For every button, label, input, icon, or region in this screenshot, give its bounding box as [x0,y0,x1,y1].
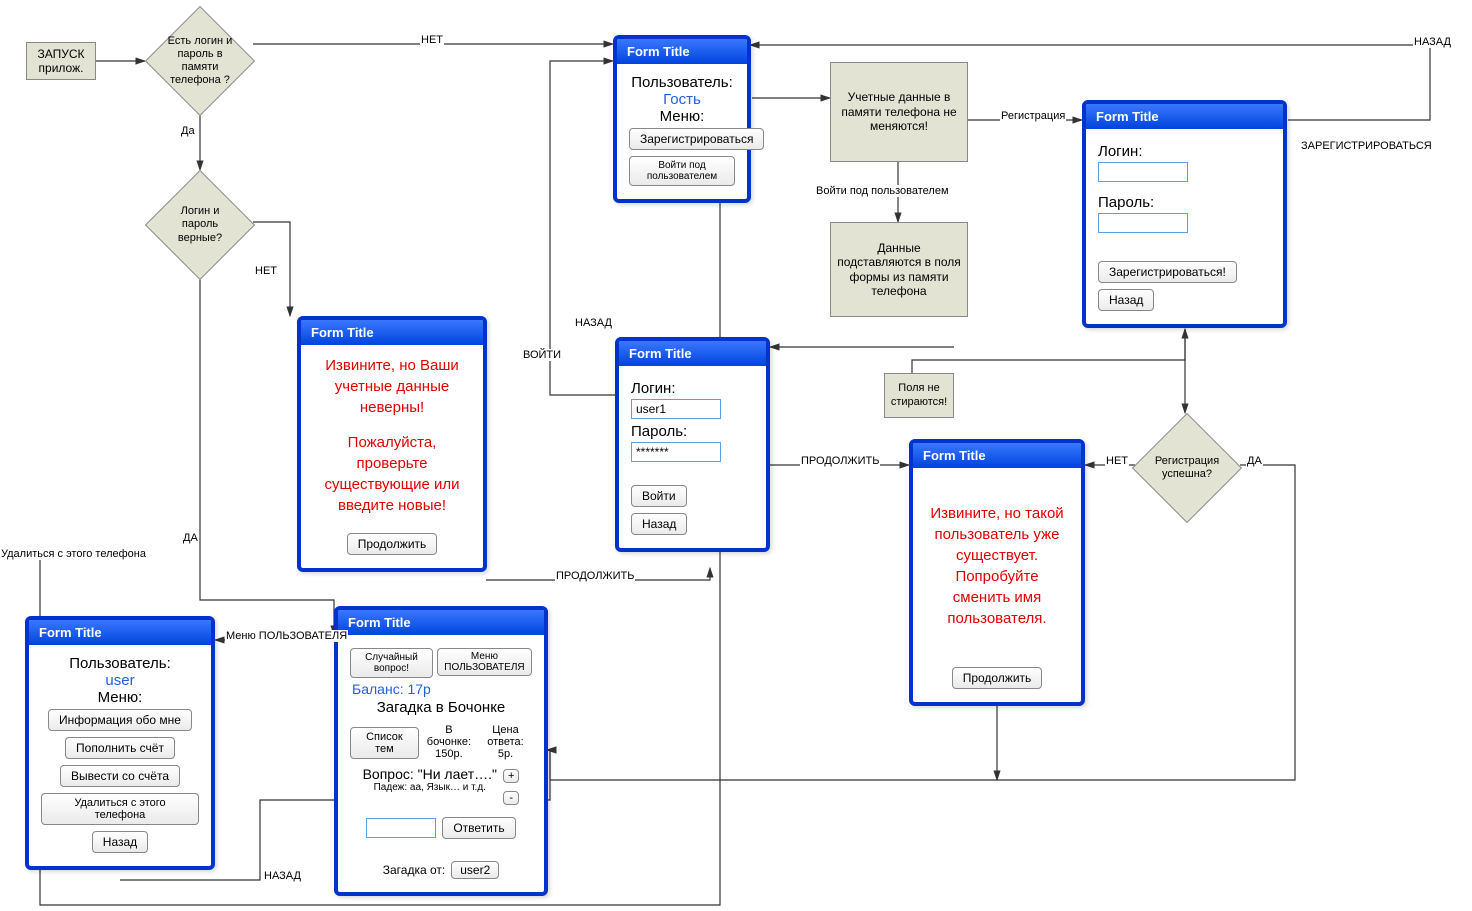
random-question-button[interactable]: Случайный вопрос! [350,648,433,678]
process-substitute: Данные подставляются в поля формы из пам… [830,222,968,317]
user-value: Гость [629,91,735,108]
decision-memory: Есть логин и пароль в памяти телефона ? [145,6,255,116]
edge-label: ДА [182,532,199,544]
form-login: Form Title Логин: Пароль: Войти Назад [615,337,770,552]
start-block: ЗАПУСК прилож. [26,42,96,80]
edge-label: Удалиться с этого телефона [0,548,147,560]
edge-label: НЕТ [420,34,444,46]
process-credentials-unchanged: Учетные данные в памяти телефона не меня… [830,62,968,162]
form-title: Form Title [301,320,483,345]
form-title: Form Title [338,610,544,635]
edge-label: НАЗАД [1413,36,1452,48]
edge-label: ПРОДОЛЖИТЬ [800,455,880,467]
edge-label: Войти под пользователем [815,185,950,197]
question-text: Вопрос: "Ни лает…." [363,766,497,782]
continue-button[interactable]: Продолжить [347,533,438,555]
edge-label: НАЗАД [263,870,302,882]
form-register: Form Title Логин: Пароль: Зарегистрирова… [1082,100,1287,328]
edge-label: ВОЙТИ [522,349,562,361]
register-submit-button[interactable]: Зарегистрироваться! [1098,261,1237,283]
edge-label: НАЗАД [574,317,613,329]
plus-button[interactable]: + [503,769,519,783]
delete-from-phone-button[interactable]: Удалиться с этого телефона [41,793,199,825]
hint-text: Падеж: аа, Язык… и т.д. [363,782,497,793]
login-as-user-button[interactable]: Войти под пользователем [629,156,735,186]
user-label: Пользователь: [629,74,735,91]
form-title: Form Title [913,443,1081,468]
menu-label: Меню: [41,689,199,706]
price-label: Цена ответа: [479,724,532,748]
login-input[interactable] [631,399,721,419]
back-button[interactable]: Назад [631,513,687,535]
edge-label: НЕТ [254,265,278,277]
riddle-from-user[interactable]: user2 [451,861,499,879]
user-value: user [41,672,199,689]
edge-label: Меню ПОЛЬЗОВАТЕЛЯ [225,630,348,642]
error-message-2: Пожалуйста, проверьте существующие или в… [313,432,471,516]
login-label: Логин: [631,380,754,397]
price-value: 5р. [479,748,532,760]
form-error-user-exists: Form Title Извините, но такой пользовате… [909,439,1085,706]
decision-valid: Логин и пароль верные? [145,170,255,280]
edge-label: ПРОДОЛЖИТЬ [555,570,635,582]
enter-button[interactable]: Войти [631,485,687,507]
edge-label: Регистрация [1000,110,1066,122]
error-message: Извините, но Ваши учетные данные неверны… [313,355,471,418]
barrel-label: В бочонке: [427,724,471,748]
menu-label: Меню: [629,108,735,125]
topup-button[interactable]: Пополнить счёт [65,737,175,759]
user-menu-button[interactable]: Меню ПОЛЬЗОВАТЕЛЯ [437,648,532,676]
form-game: Form Title Случайный вопрос! Баланс: 17р… [334,606,548,896]
riddle-from-label: Загадка от: [383,863,445,877]
form-title: Form Title [619,341,766,366]
edge-label: ДА [1246,455,1263,467]
continue-button[interactable]: Продолжить [952,667,1043,689]
form-title: Form Title [29,620,211,645]
minus-button[interactable]: - [503,791,519,805]
form-user-menu: Form Title Пользователь: user Меню: Инфо… [25,616,215,870]
edge-label: НЕТ [1105,455,1129,467]
balance-value: Баланс: 17р [350,681,433,697]
barrel-value: 150р. [427,748,471,760]
game-heading: Загадка в Бочонке [350,699,532,716]
answer-button[interactable]: Ответить [442,817,515,839]
register-button[interactable]: Зарегистрироваться [629,128,764,150]
password-input[interactable] [1098,213,1188,233]
answer-input[interactable] [366,818,436,838]
form-title: Form Title [617,39,747,64]
back-button[interactable]: Назад [1098,289,1154,311]
password-label: Пароль: [631,423,754,440]
error-message: Извините, но такой пользователь уже суще… [925,503,1069,629]
withdraw-button[interactable]: Вывести со счёта [60,765,180,787]
back-button[interactable]: Назад [92,831,148,853]
login-input[interactable] [1098,162,1188,182]
password-label: Пароль: [1098,194,1271,211]
edge-label: Да [180,125,196,137]
form-guest: Form Title Пользователь: Гость Меню: Зар… [613,35,751,203]
user-label: Пользователь: [41,655,199,672]
about-me-button[interactable]: Информация обо мне [48,709,192,731]
decision-reg-success: Регистрация успешна? [1132,413,1242,523]
login-label: Логин: [1098,143,1271,160]
edge-label: ЗАРЕГИСТРИРОВАТЬСЯ [1300,140,1433,152]
form-title: Form Title [1086,104,1283,129]
form-error-credentials: Form Title Извините, но Ваши учетные дан… [297,316,487,572]
password-input[interactable] [631,442,721,462]
topic-list-button[interactable]: Список тем [350,727,419,759]
process-fields-not-erased: Поля не стираются! [884,373,954,418]
